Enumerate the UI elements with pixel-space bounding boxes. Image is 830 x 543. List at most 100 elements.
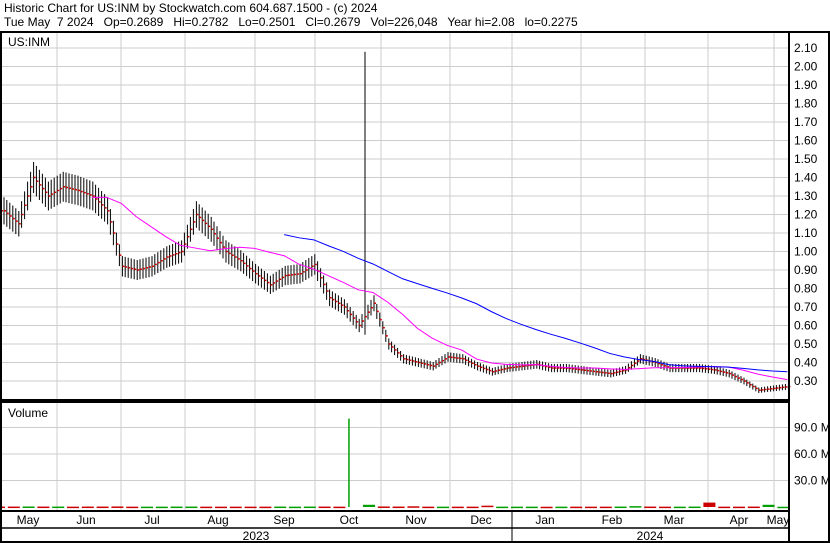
year-label: 2023 [243, 529, 270, 543]
volume-bar [348, 418, 350, 507]
price-tick-label: 2.00 [794, 60, 818, 74]
volume-bar [703, 502, 716, 507]
volume-bar [599, 506, 612, 509]
volume-bar [303, 506, 316, 509]
volume-bar [481, 505, 494, 508]
volume-bar [229, 506, 242, 509]
volume-bar [555, 506, 568, 509]
month-label: Sep [273, 513, 295, 527]
month-label: Nov [405, 513, 426, 527]
price-tick-label: 1.40 [794, 171, 818, 185]
volume-bar [762, 504, 775, 507]
volume-bar [659, 506, 671, 509]
volume-tick-label: 60.0 M [794, 447, 830, 461]
volume-bar [333, 506, 346, 509]
price-tick-label: 1.10 [794, 226, 818, 240]
price-tick-label: 1.80 [794, 97, 818, 111]
volume-bar [422, 506, 435, 509]
price-tick-label: 0.30 [794, 374, 818, 388]
chart-window: Historic Chart for US:INM by Stockwatch.… [0, 0, 830, 543]
volume-bar [614, 506, 627, 509]
price-tick-label: 1.70 [794, 115, 818, 129]
volume-bar [67, 506, 79, 509]
month-label: Jun [76, 513, 95, 527]
price-tick-label: 1.20 [794, 208, 818, 222]
volume-bar [363, 504, 375, 507]
symbol-label: US:INM [8, 35, 50, 49]
price-tick-label: 0.50 [794, 337, 818, 351]
month-label: Apr [730, 513, 749, 527]
month-label: Feb [602, 513, 623, 527]
volume-bar [511, 506, 523, 509]
volume-bar [215, 506, 227, 509]
volume-bar [747, 506, 760, 509]
volume-bar [318, 506, 331, 509]
volume-bar [437, 506, 449, 509]
volume-bar [673, 506, 686, 509]
volume-bar [496, 506, 509, 509]
volume-bar [155, 506, 168, 509]
volume-bar [126, 506, 139, 509]
month-label: Mar [664, 513, 685, 527]
price-tick-label: 1.90 [794, 78, 818, 92]
volume-bar [688, 506, 701, 509]
volume-bar [259, 506, 272, 509]
volume-label: Volume [8, 406, 48, 420]
volume-bar [185, 506, 198, 509]
month-label: Jan [535, 513, 554, 527]
volume-bar [81, 506, 94, 509]
volume-bar [718, 506, 731, 509]
outer-frame [0, 31, 830, 543]
price-tick-label: 0.90 [794, 263, 818, 277]
volume-bar [451, 506, 464, 509]
volume-bar [52, 506, 65, 509]
volume-bar [407, 506, 420, 508]
price-tick-label: 0.60 [794, 319, 818, 333]
volume-bar [585, 506, 597, 509]
year-label: 2024 [637, 529, 664, 543]
volume-bar [777, 506, 790, 509]
volume-bar [96, 506, 109, 509]
price-tick-label: 1.60 [794, 134, 818, 148]
price-tick-label: 0.80 [794, 282, 818, 296]
grid [2, 33, 789, 510]
volume-bar [170, 506, 183, 509]
price-tick-label: 1.00 [794, 245, 818, 259]
month-label: Jul [144, 513, 159, 527]
volume-bar [244, 506, 257, 509]
month-label: Aug [207, 513, 228, 527]
price-tick-label: 1.50 [794, 152, 818, 166]
volume-bar [629, 506, 642, 508]
volume-bar [466, 506, 479, 509]
volume-bar [644, 506, 657, 509]
volume-bar [733, 506, 745, 509]
month-label: Oct [340, 513, 359, 527]
price-tick-label: 2.10 [794, 41, 818, 55]
volume-bar [111, 506, 124, 508]
price-tick-label: 1.30 [794, 189, 818, 203]
volume-bar [200, 506, 213, 509]
month-label: Dec [470, 513, 491, 527]
volume-panel-frame [0, 401, 790, 512]
moving-average-line [284, 234, 788, 373]
price-chart: 2.10 2.00 1.90 1.80 1.70 1.60 1.50 1.40 1.30 1.20… [0, 31, 830, 543]
volume-bar [22, 506, 35, 508]
volume-bar [141, 506, 153, 509]
volume-bar [37, 506, 50, 509]
volume-bar [525, 506, 538, 509]
volume-bar [540, 506, 553, 509]
price-tick-label: 0.70 [794, 300, 818, 314]
price-bars [0, 51, 791, 394]
volume-bar [289, 506, 301, 509]
volume-bar [7, 506, 20, 509]
price-tick-label: 0.40 [794, 356, 818, 370]
volume-bar [392, 506, 405, 509]
volume-bar [274, 506, 287, 509]
volume-bars [0, 418, 790, 509]
volume-tick-label: 90.0 M [794, 421, 830, 435]
volume-bar [377, 506, 390, 508]
month-label: May [767, 513, 790, 527]
volume-bar [570, 506, 583, 509]
volume-tick-label: 30.0 M [794, 474, 830, 488]
month-label: May [17, 513, 40, 527]
